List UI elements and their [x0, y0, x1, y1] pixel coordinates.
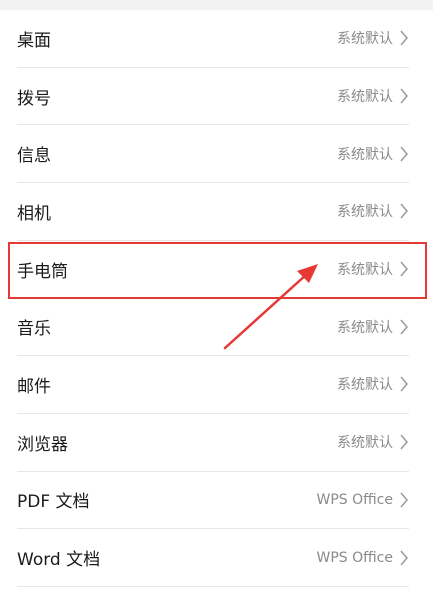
chevron-right-icon	[400, 492, 408, 508]
item-value: 系统默认	[337, 435, 393, 452]
item-value: WPS Office	[316, 549, 394, 566]
list-item-pdf-document[interactable]: PDF 文档 WPS Office	[17, 472, 409, 530]
chevron-right-icon	[400, 550, 408, 566]
top-bar	[0, 0, 433, 10]
chevron-right-icon	[400, 30, 408, 46]
list-item-music[interactable]: 音乐 系统默认	[17, 298, 409, 357]
chevron-right-icon	[400, 203, 408, 219]
item-label: 相机	[17, 203, 51, 224]
chevron-right-icon	[400, 376, 408, 392]
item-label: PDF 文档	[17, 492, 90, 513]
list-item-dialer[interactable]: 拨号 系统默认	[17, 68, 409, 126]
item-label: Word 文档	[17, 550, 101, 571]
item-label: 浏览器	[17, 434, 68, 455]
chevron-right-icon	[400, 434, 408, 450]
item-label: 音乐	[17, 319, 51, 340]
item-label: 信息	[17, 146, 51, 167]
item-value: 系统默认	[337, 204, 393, 221]
list-item-messages[interactable]: 信息 系统默认	[17, 125, 409, 184]
list-item-word-document[interactable]: Word 文档 WPS Office	[17, 529, 409, 587]
list-item-mail[interactable]: 邮件 系统默认	[17, 356, 409, 414]
list-item-camera[interactable]: 相机 系统默认	[17, 183, 409, 241]
item-value: 系统默认	[337, 146, 393, 163]
item-value: 系统默认	[337, 31, 393, 48]
highlight-box	[8, 242, 427, 299]
item-value: 系统默认	[337, 89, 393, 106]
chevron-right-icon	[400, 146, 408, 162]
item-value: 系统默认	[337, 319, 393, 336]
chevron-right-icon	[400, 319, 408, 335]
item-label: 拨号	[17, 88, 51, 109]
chevron-right-icon	[400, 88, 408, 104]
item-value: WPS Office	[316, 491, 394, 508]
list-item-desktop[interactable]: 桌面 系统默认	[17, 10, 409, 68]
item-value: 系统默认	[337, 377, 393, 394]
list-item-browser[interactable]: 浏览器 系统默认	[17, 414, 409, 472]
item-label: 邮件	[17, 376, 51, 397]
item-label: 桌面	[17, 30, 51, 51]
